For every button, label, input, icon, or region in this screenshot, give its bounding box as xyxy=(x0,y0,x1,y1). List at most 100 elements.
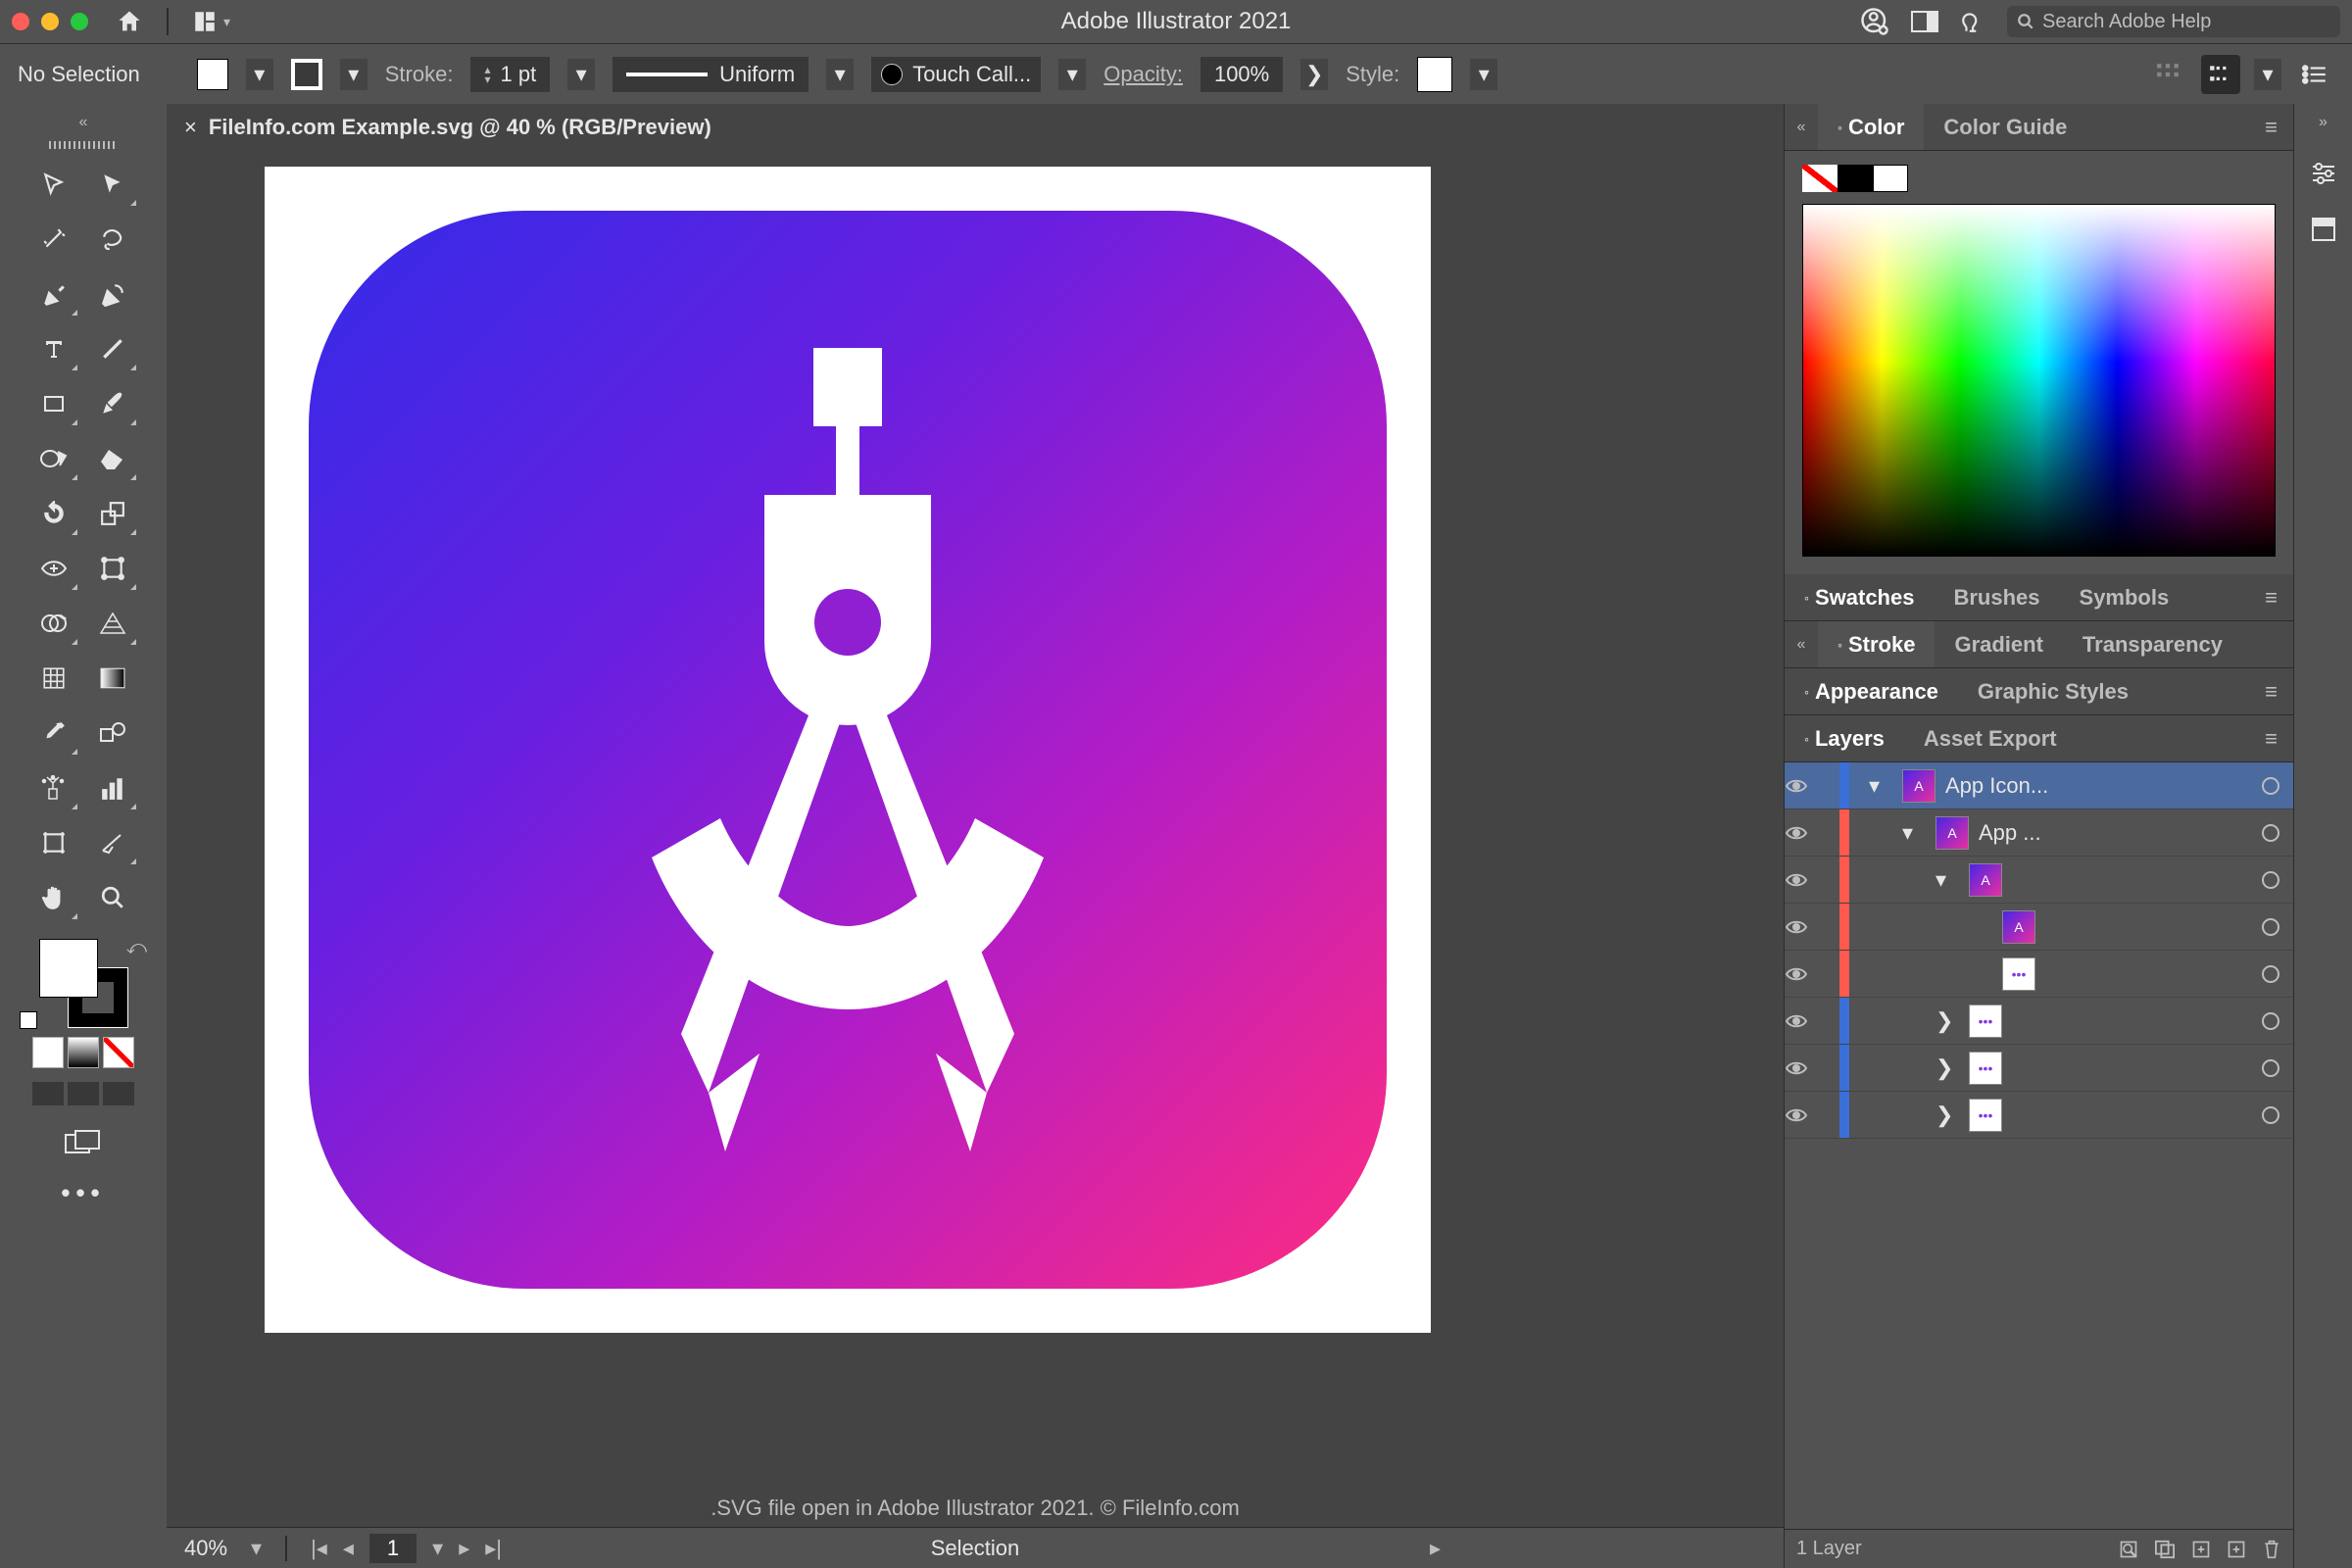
layer-row[interactable]: ••• xyxy=(1785,951,2293,998)
scale-tool[interactable] xyxy=(83,486,142,541)
layer-row[interactable]: ▾AApp ... xyxy=(1785,809,2293,857)
zoom-level[interactable]: 40% xyxy=(184,1536,227,1561)
stroke-weight-stepper[interactable]: ▴▾ xyxy=(484,65,490,84)
layer-name[interactable]: App Icon... xyxy=(1945,773,2252,799)
visibility-toggle[interactable] xyxy=(1785,1012,1830,1030)
tab-asset-export[interactable]: Asset Export xyxy=(1904,715,2077,761)
layer-disclosure[interactable]: ▾ xyxy=(1869,773,1892,799)
color-panel-collapse[interactable]: « xyxy=(1785,119,1818,136)
color-swatch-none[interactable] xyxy=(1802,165,1838,192)
layer-target[interactable] xyxy=(2262,965,2279,983)
color-mode-solid[interactable] xyxy=(32,1037,64,1068)
visibility-toggle[interactable] xyxy=(1785,1106,1830,1124)
stroke-weight-menu[interactable]: ▾ xyxy=(567,59,595,90)
visibility-toggle[interactable] xyxy=(1785,777,1830,795)
tab-transparency[interactable]: Transparency xyxy=(2063,621,2242,667)
lasso-tool[interactable] xyxy=(83,212,142,267)
artboard-number-input[interactable]: 1 xyxy=(369,1534,416,1563)
layer-row[interactable]: ▾AApp Icon... xyxy=(1785,762,2293,809)
locate-object-button[interactable] xyxy=(2119,1540,2138,1559)
default-fill-stroke-icon[interactable] xyxy=(20,1011,37,1029)
toolbar-gripper[interactable] xyxy=(49,141,118,149)
swap-fill-stroke-icon[interactable]: ⤺ xyxy=(126,937,147,959)
tab-swatches[interactable]: Swatches xyxy=(1785,574,1934,620)
tab-graphic-styles[interactable]: Graphic Styles xyxy=(1958,668,2148,714)
rotate-tool[interactable] xyxy=(24,486,83,541)
zoom-window-button[interactable] xyxy=(71,13,88,30)
layer-row[interactable]: ❯••• xyxy=(1785,1092,2293,1139)
visibility-toggle[interactable] xyxy=(1785,965,1830,983)
tab-layers[interactable]: Layers xyxy=(1785,715,1904,761)
shape-builder-tool[interactable] xyxy=(24,596,83,651)
stroke-weight-input[interactable]: ▴▾ 1 pt xyxy=(470,57,550,92)
appearance-panel-menu[interactable]: ≡ xyxy=(2249,679,2293,705)
learn-icon[interactable] xyxy=(1960,9,1985,34)
properties-panel-icon[interactable] xyxy=(2309,161,2338,186)
tab-color-guide[interactable]: Color Guide xyxy=(1924,104,2086,150)
tab-symbols[interactable]: Symbols xyxy=(2060,574,2189,620)
tab-brushes[interactable]: Brushes xyxy=(1934,574,2059,620)
opacity-menu[interactable]: ❯ xyxy=(1300,59,1328,90)
hand-tool[interactable] xyxy=(24,870,83,925)
draw-behind[interactable] xyxy=(68,1082,99,1105)
paintbrush-tool[interactable] xyxy=(83,376,142,431)
tab-color[interactable]: Color xyxy=(1818,104,1924,150)
first-artboard-button[interactable]: |◂ xyxy=(311,1536,327,1561)
layer-target[interactable] xyxy=(2262,777,2279,795)
opacity-input[interactable]: 100% xyxy=(1200,57,1283,92)
canvas[interactable]: .SVG file open in Adobe Illustrator 2021… xyxy=(167,151,1784,1527)
workspace-switcher-icon[interactable] xyxy=(1911,11,1938,32)
layer-target[interactable] xyxy=(2262,824,2279,842)
draw-normal[interactable] xyxy=(32,1082,64,1105)
zoom-tool[interactable] xyxy=(83,870,142,925)
edit-toolbar-button[interactable]: ••• xyxy=(61,1178,105,1208)
visibility-toggle[interactable] xyxy=(1785,824,1830,842)
brush-definition-menu[interactable]: ▾ xyxy=(1058,59,1086,90)
transform-panel-menu[interactable]: ▾ xyxy=(2254,59,2281,90)
layer-row[interactable]: A xyxy=(1785,904,2293,951)
graphic-style-menu[interactable]: ▾ xyxy=(1470,59,1497,90)
line-segment-tool[interactable] xyxy=(83,321,142,376)
eyedropper-tool[interactable] xyxy=(24,706,83,760)
layer-target[interactable] xyxy=(2262,1012,2279,1030)
color-swatch-black[interactable] xyxy=(1838,165,1873,192)
toolbar-collapse-button[interactable]: « xyxy=(0,114,167,137)
layer-name[interactable]: App ... xyxy=(1979,820,2252,846)
tab-appearance[interactable]: Appearance xyxy=(1785,668,1958,714)
document-tab[interactable]: × FileInfo.com Example.svg @ 40 % (RGB/P… xyxy=(167,104,1784,151)
color-spectrum[interactable] xyxy=(1802,204,2276,557)
align-panel-icon[interactable] xyxy=(2148,55,2187,94)
default-fill-swatch[interactable] xyxy=(39,939,98,998)
selection-tool[interactable] xyxy=(24,157,83,212)
brush-definition-select[interactable]: Touch Call... xyxy=(871,57,1041,92)
layer-row[interactable]: ❯••• xyxy=(1785,998,2293,1045)
stroke-panel-collapse[interactable]: « xyxy=(1785,636,1818,654)
draw-inside[interactable] xyxy=(103,1082,134,1105)
color-mode-gradient[interactable] xyxy=(68,1037,99,1068)
slice-tool[interactable] xyxy=(83,815,142,870)
transform-panel-icon[interactable] xyxy=(2201,55,2240,94)
dock-expand-button[interactable]: » xyxy=(2319,114,2328,131)
layer-row[interactable]: ▾A xyxy=(1785,857,2293,904)
artboard-tool[interactable] xyxy=(24,815,83,870)
layers-panel-menu[interactable]: ≡ xyxy=(2249,726,2293,752)
screen-mode-button[interactable] xyxy=(64,1129,103,1160)
width-tool[interactable] xyxy=(24,541,83,596)
free-transform-tool[interactable] xyxy=(83,541,142,596)
arrange-documents-button[interactable]: ▾ xyxy=(192,9,230,34)
close-tab-button[interactable]: × xyxy=(184,115,197,140)
tab-gradient[interactable]: Gradient xyxy=(1935,621,2062,667)
graphic-style-swatch[interactable] xyxy=(1417,57,1452,92)
home-button[interactable] xyxy=(116,8,143,35)
fill-swatch-menu[interactable]: ▾ xyxy=(246,59,273,90)
color-mode-none[interactable] xyxy=(103,1037,134,1068)
rectangle-tool[interactable] xyxy=(24,376,83,431)
fill-stroke-control[interactable]: ⤺ xyxy=(39,939,127,1027)
direct-selection-tool[interactable] xyxy=(83,157,142,212)
mesh-tool[interactable] xyxy=(24,651,83,706)
prev-artboard-button[interactable]: ◂ xyxy=(343,1536,354,1561)
layer-disclosure[interactable]: ❯ xyxy=(1936,1055,1959,1081)
layer-disclosure[interactable]: ❯ xyxy=(1936,1102,1959,1128)
layer-disclosure[interactable]: ▾ xyxy=(1902,820,1926,846)
delete-layer-button[interactable] xyxy=(2262,1539,2281,1560)
